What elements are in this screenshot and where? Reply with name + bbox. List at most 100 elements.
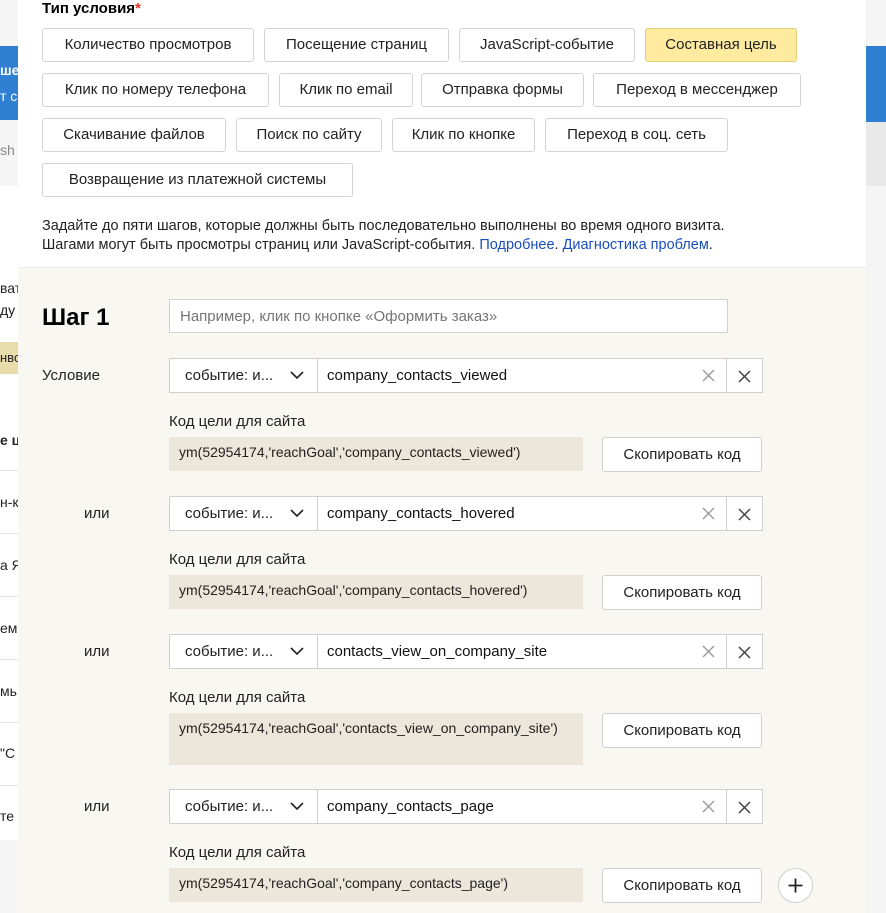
background-fragment: нво [0,350,18,365]
copy-code-button[interactable]: Скопировать код [602,713,762,748]
goal-code-snippet: ym(52954174,'reachGoal','company_contact… [169,575,583,609]
chip-social-network[interactable]: Переход в соц. сеть [545,118,728,152]
condition-label: или [84,798,110,815]
description-line-1: Задайте до пяти шагов, которые должны бы… [42,218,725,234]
background-divider [0,659,18,660]
close-icon [738,646,751,659]
background-fragment: ду [0,302,16,318]
background-divider [0,533,18,534]
steps-description: Задайте до пяти шагов, которые должны бы… [42,217,822,255]
close-icon [738,508,751,521]
add-condition-button[interactable] [778,868,813,903]
background-fragment: а Я [0,557,18,573]
chip-phone-click[interactable]: Клик по номеру телефона [42,73,269,107]
close-icon [738,801,751,814]
condition-select-value: событие: и... [185,367,274,384]
step-name-input[interactable] [169,299,728,333]
condition-value-text: company_contacts_hovered [327,505,515,522]
background-fragment: "С [0,745,16,761]
background-banner-right [866,46,886,122]
remove-condition-button[interactable] [727,789,763,824]
chip-form-submit[interactable]: Отправка формы [421,73,584,107]
background-banner: ше т с [0,46,20,120]
condition-value-text: company_contacts_page [327,798,494,815]
chip-site-search[interactable]: Поиск по сайту [236,118,382,152]
clear-icon[interactable] [701,644,716,659]
background-fragment: ем [0,620,18,636]
goal-code-snippet: ym(52954174,'reachGoal','company_contact… [169,868,583,902]
condition-type-select[interactable]: событие: и... [169,496,317,531]
background-fragment: ше [0,62,20,78]
goal-code-label: Код цели для сайта [169,551,306,568]
remove-condition-button[interactable] [727,634,763,669]
goal-code-snippet: ym(52954174,'reachGoal','contacts_view_o… [169,713,583,765]
more-link[interactable]: Подробнее [479,237,554,253]
background-fragment: н-к [0,494,18,510]
chip-button-click[interactable]: Клик по кнопке [392,118,535,152]
condition-value-input[interactable]: company_contacts_viewed [317,358,727,393]
condition-type-select[interactable]: событие: и... [169,358,317,393]
goal-code-label: Код цели для сайта [169,413,306,430]
background-fragment: те [0,808,15,824]
condition-select-value: событие: и... [185,798,274,815]
close-icon [738,370,751,383]
background-divider [0,470,18,471]
remove-condition-button[interactable] [727,496,763,531]
copy-code-button[interactable]: Скопировать код [602,868,762,903]
chevron-down-icon [290,802,304,811]
plus-icon [788,878,803,893]
chevron-down-icon [290,647,304,656]
chevron-down-icon [290,371,304,380]
background-divider [0,596,18,597]
goal-code-snippet: ym(52954174,'reachGoal','company_contact… [169,437,583,471]
condition-select-value: событие: и... [185,505,274,522]
step-section: Шаг 1 Условие событие: и... company_cont… [18,268,866,913]
condition-value-text: company_contacts_viewed [327,367,508,384]
copy-code-button[interactable]: Скопировать код [602,437,762,472]
condition-type-section: Тип условия* Количество просмотров Посещ… [18,0,866,268]
chip-views-count[interactable]: Количество просмотров [42,28,254,62]
condition-type-select[interactable]: событие: и... [169,789,317,824]
clear-icon[interactable] [701,799,716,814]
chip-messenger[interactable]: Переход в мессенджер [593,73,801,107]
step-title: Шаг 1 [42,304,110,331]
condition-type-title-text: Тип условия [42,0,136,17]
background-fragment: sh [0,142,15,158]
background-fragment: мь [0,683,17,699]
condition-value-input[interactable]: company_contacts_page [317,789,727,824]
description-separator: . [554,237,563,253]
chip-page-visit[interactable]: Посещение страниц [264,28,449,62]
chip-file-download[interactable]: Скачивание файлов [42,118,226,152]
background-divider [0,722,18,723]
copy-code-button[interactable]: Скопировать код [602,575,762,610]
clear-icon[interactable] [701,368,716,383]
description-line-2: Шагами могут быть просмотры страниц или … [42,237,480,253]
remove-condition-button[interactable] [727,358,763,393]
required-mark: * [135,0,141,17]
condition-value-input[interactable]: company_contacts_hovered [317,496,727,531]
chevron-down-icon [290,509,304,518]
condition-select-value: событие: и... [185,643,274,660]
diagnostics-link[interactable]: Диагностика проблем [563,237,709,253]
clear-icon[interactable] [701,506,716,521]
chip-email-click[interactable]: Клик по email [279,73,413,107]
condition-type-title: Тип условия* [42,0,141,18]
condition-value-input[interactable]: contacts_view_on_company_site [317,634,727,669]
background-fragment: ват [0,280,18,296]
condition-value-text: contacts_view_on_company_site [327,643,548,660]
goal-settings-modal: Тип условия* Количество просмотров Посещ… [18,0,866,913]
condition-label: или [84,505,110,522]
description-end: . [708,237,713,253]
condition-label: Условие [42,367,100,384]
condition-label: или [84,643,110,660]
goal-code-label: Код цели для сайта [169,844,306,861]
background-fragment: т с [0,88,18,104]
goal-code-label: Код цели для сайта [169,689,306,706]
background-fragment: е ц [0,432,18,448]
chip-payment-return[interactable]: Возвращение из платежной системы [42,163,353,197]
condition-type-select[interactable]: событие: и... [169,634,317,669]
chip-js-event[interactable]: JavaScript-событие [459,28,635,62]
background-strip-right [866,122,886,186]
chip-composite-goal[interactable]: Составная цель [645,28,797,62]
background-divider [0,785,18,786]
